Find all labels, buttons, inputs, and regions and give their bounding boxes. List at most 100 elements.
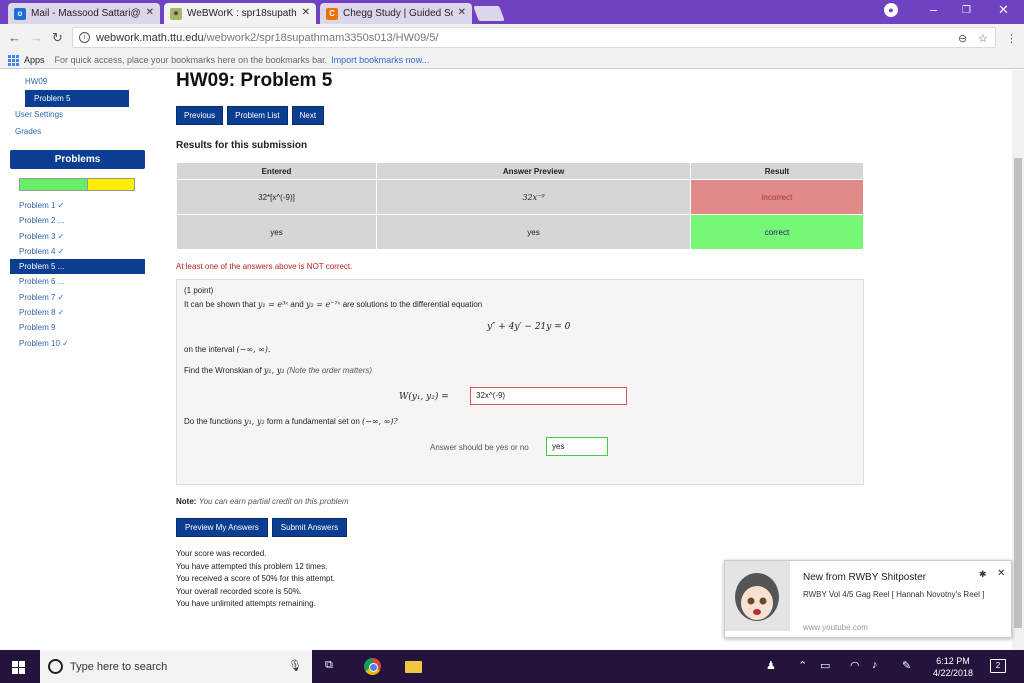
people-icon[interactable]: ♟ [766,659,776,672]
sidebar-current-problem[interactable]: Problem 5 [25,90,129,107]
problem-list-button[interactable]: Problem List [227,106,288,125]
progress-bar [19,178,135,191]
bookmarks-bar: Apps For quick access, place your bookma… [0,52,1024,69]
col-result: Result [690,162,864,180]
new-tab-button[interactable] [473,6,505,21]
pen-icon[interactable]: ✎ [902,659,911,672]
taskbar-clock[interactable]: 6:12 PM 4/22/2018 [924,655,982,679]
page-scrollbar[interactable] [1012,70,1024,650]
score-line: You have attempted this problem 12 times… [176,561,328,571]
score-line: Your score was recorded. [176,549,267,558]
webwork-icon: ✷ [170,7,182,20]
action-center-icon[interactable]: 2 [990,659,1006,673]
taskbar-search-input[interactable]: Type here to search 🎙 [40,650,312,683]
file-explorer-icon[interactable] [405,661,422,673]
results-table: Entered Answer Preview Result 32*[x^(-9)… [176,162,864,250]
table-row: yes yes correct [176,214,864,250]
back-icon[interactable]: ← [8,30,21,45]
score-summary: Your score was recorded. You have attemp… [176,548,335,611]
preview-cell: yes [376,214,691,250]
problem-list-item[interactable]: Problem 9 [10,320,145,335]
score-line: You have unlimited attempts remaining. [176,599,316,609]
col-preview: Answer Preview [376,162,691,180]
problem-list-item[interactable]: Problem 3 ✓ [10,229,145,244]
notification-body: RWBY Vol 4/5 Gag Reel [ Hannah Novotny's… [803,590,985,599]
cortana-icon [48,659,63,674]
problems-heading: Problems [10,150,145,169]
notification-title: New from RWBY Shitposter [803,572,927,583]
browser-toolbar: ← → ↻ i webwork.math.ttu.edu/webwork2/sp… [0,24,1024,52]
result-cell: incorrect [690,179,864,215]
problem-list-item[interactable]: Problem 10 ✓ [10,336,145,351]
reload-icon[interactable]: ↻ [52,30,63,46]
preview-answers-button[interactable]: Preview My Answers [176,518,268,537]
close-icon[interactable]: ✕ [302,7,310,18]
gear-icon[interactable]: ✱ [979,569,987,580]
problem-box: (1 point) It can be shown that y₁ = e³ˣ … [176,279,864,485]
wronskian-answer-input[interactable]: 32x^(-9) [470,387,627,405]
task-view-icon[interactable]: ⧉ [325,659,333,672]
chrome-notification[interactable]: New from RWBY Shitposter RWBY Vol 4/5 Ga… [724,560,1012,638]
tab-mail[interactable]: o Mail - Massood Sattari@ ✕ [8,3,160,24]
warning-message: At least one of the answers above is NOT… [176,262,353,271]
address-bar[interactable]: i webwork.math.ttu.edu/webwork2/spr18sup… [72,27,996,48]
tab-chegg[interactable]: C Chegg Study | Guided So ✕ [320,3,472,24]
entered-cell: yes [176,214,377,250]
problem-list-item-current[interactable]: Problem 5 ... [10,259,145,275]
page-title: HW09: Problem 5 [176,70,333,91]
chegg-icon: C [326,7,338,20]
outlook-icon: o [14,7,26,20]
progress-correct [20,179,89,190]
zoom-icon[interactable]: ⊖ [958,32,967,45]
import-bookmarks-link[interactable]: Import bookmarks now... [331,55,429,65]
close-icon[interactable]: ✕ [458,7,466,18]
answer2-label: Answer should be yes or no [430,443,529,452]
problem-list-item[interactable]: Problem 6 ... [10,274,145,289]
profile-icon[interactable]: ● [884,3,898,17]
score-line: Your overall recorded score is 50%. [176,586,302,596]
scrollbar-thumb[interactable] [1014,158,1022,628]
volume-icon[interactable]: ♪ [872,659,878,671]
chrome-icon[interactable] [364,658,381,675]
tab-webwork[interactable]: ✷ WeBWorK : spr18supathr ✕ [164,3,316,24]
problem-intro: It can be shown that y₁ = e³ˣ and y₂ = e… [184,300,483,309]
submit-answers-button[interactable]: Submit Answers [271,518,348,537]
bookmark-star-icon[interactable]: ☆ [978,32,988,45]
microphone-icon[interactable]: 🎙 [288,659,302,672]
problem-list-item[interactable]: Problem 4 ✓ [10,244,145,259]
battery-icon[interactable]: ▭ [820,659,830,672]
forward-icon[interactable]: → [30,30,43,45]
result-cell: correct [690,214,864,250]
problem-list-item[interactable]: Problem 7 ✓ [10,290,145,305]
chevron-up-icon[interactable]: ⌃ [798,659,807,672]
notification-avatar [725,561,790,631]
sidebar-user-settings[interactable]: User Settings [15,110,63,119]
previous-button[interactable]: Previous [176,106,224,125]
answer-actions: Preview My Answers Submit Answers [176,518,348,537]
apps-link[interactable]: Apps [24,55,45,65]
problem-list-item[interactable]: Problem 2 ... [10,213,145,228]
problem-list-item[interactable]: Problem 1 ✓ [10,198,145,213]
info-icon[interactable]: i [79,32,90,43]
browser-tab-strip: o Mail - Massood Sattari@ ✕ ✷ WeBWorK : … [0,0,1024,24]
fundamental-answer-input[interactable]: yes [546,437,608,456]
next-button[interactable]: Next [291,106,325,125]
wronskian-label: W(y₁, y₂) = [399,392,449,402]
restore-icon[interactable]: ❐ [962,5,971,16]
menu-icon[interactable]: ⋮ [1006,32,1017,45]
wifi-icon[interactable]: ◠ [850,659,860,672]
windows-start-icon[interactable] [12,661,25,674]
sidebar-set-link[interactable]: HW09 [25,77,47,86]
sidebar-grades[interactable]: Grades [15,127,41,136]
points-label: (1 point) [184,286,214,295]
minimize-icon[interactable]: – [930,2,937,17]
col-entered: Entered [176,162,377,180]
table-row: 32*[x^(-9)] 32x⁻⁹ incorrect [176,179,864,215]
apps-icon[interactable] [8,54,19,66]
problem-list-item[interactable]: Problem 8 ✓ [10,305,145,320]
close-icon[interactable]: ✕ [997,568,1005,579]
preview-cell: 32x⁻⁹ [376,179,691,215]
close-window-icon[interactable]: ✕ [998,2,1009,18]
progress-partial [88,179,134,190]
close-icon[interactable]: ✕ [146,7,154,18]
